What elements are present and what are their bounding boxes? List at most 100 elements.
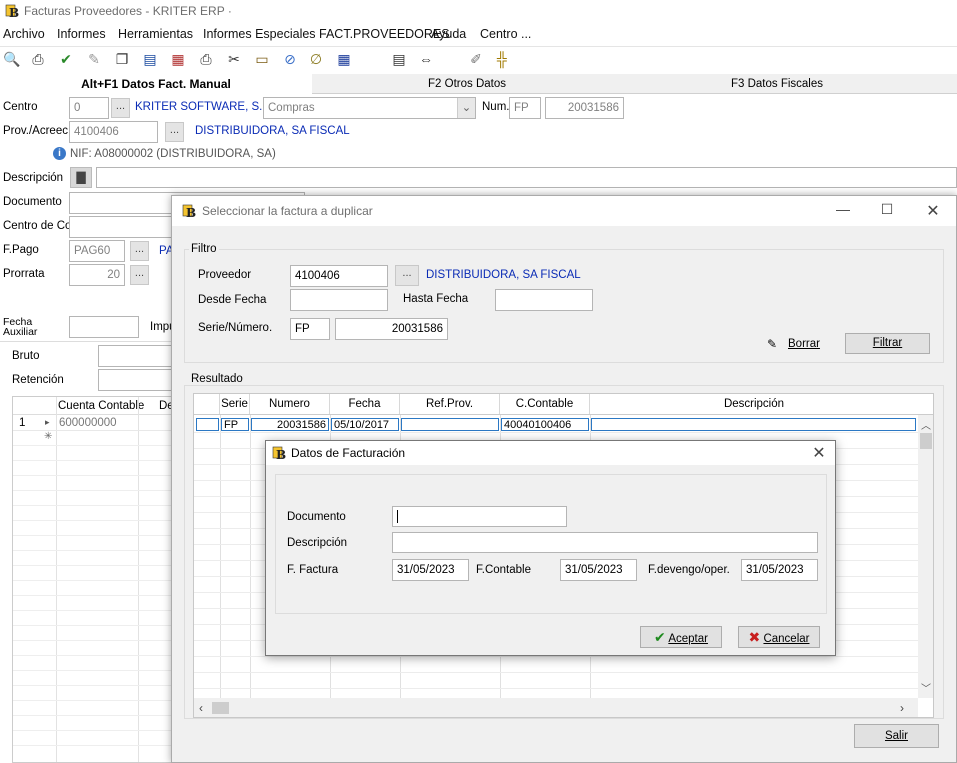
toolbar: 🔍 ⎙ ✔ ✎ ❐ ▤ ▦ ⎙ ✂ ▭ ⊘ ∅ ▦ ▤ ⇔ ✐ ╬ — [0, 46, 957, 70]
menu-herramientas[interactable]: Herramientas — [118, 27, 193, 41]
col-numero[interactable]: Numero — [250, 394, 330, 414]
col-serie[interactable]: Serie — [220, 394, 250, 414]
scroll-thumb[interactable] — [920, 433, 932, 449]
scroll-right-icon[interactable]: › — [900, 701, 904, 715]
note-icon[interactable]: ▇ — [70, 167, 92, 188]
descripcion-input[interactable] — [96, 167, 957, 188]
row-descripcion[interactable] — [591, 418, 916, 431]
tab-strip: Alt+F1 Datos Fact. Manual F2 Otros Datos… — [0, 74, 957, 94]
hscroll-thumb[interactable] — [212, 702, 229, 714]
centro-lookup-button[interactable]: ... — [111, 98, 130, 118]
print-icon[interactable]: ⎙ — [30, 51, 46, 67]
scroll-down-icon[interactable]: ﹀ — [921, 680, 931, 695]
col-descripcion[interactable]: Descripción — [590, 394, 918, 414]
centro-co-input[interactable] — [69, 216, 173, 238]
x-icon: ✖ — [748, 629, 761, 645]
tab-datos-fact-manual[interactable]: Alt+F1 Datos Fact. Manual — [0, 74, 312, 94]
select-invoice-title: Seleccionar la factura a duplicar — [202, 204, 373, 218]
grid-row-cuenta[interactable]: 600000000 — [59, 417, 117, 429]
col-fecha[interactable]: Fecha — [330, 394, 400, 414]
borrar-button[interactable]: Borrar — [788, 338, 820, 350]
vertical-scrollbar[interactable]: ︿ ﹀ — [918, 415, 933, 698]
hasta-fecha-input[interactable] — [495, 289, 593, 311]
serie-numero-label: Serie/Número. — [198, 322, 273, 334]
table-icon[interactable]: ▤ — [391, 51, 407, 67]
cut-icon[interactable]: ✂ — [226, 51, 242, 67]
menu-centro[interactable]: Centro ... — [480, 27, 531, 41]
num-serie-input[interactable]: FP — [509, 97, 541, 119]
descripcion-input[interactable] — [392, 532, 818, 553]
retencion-input[interactable] — [98, 369, 178, 391]
proveedor-input[interactable]: 4100406 — [290, 265, 388, 287]
desde-fecha-input[interactable] — [290, 289, 388, 311]
fpago-input[interactable]: PAG60 — [69, 240, 125, 262]
f-contable-input[interactable]: 31/05/2023 — [560, 559, 637, 581]
prorrata-input[interactable]: 20 — [69, 264, 125, 286]
prorrata-lookup-button[interactable]: ... — [130, 265, 149, 285]
tab-otros-datos[interactable]: F2 Otros Datos — [312, 74, 622, 94]
grid-icon[interactable]: ▦ — [336, 51, 352, 67]
documento-input[interactable] — [392, 506, 567, 527]
close-icon[interactable]: ✕ — [918, 201, 948, 221]
proveedor-lookup-button[interactable]: ... — [395, 265, 419, 286]
horizontal-scrollbar[interactable]: ‹ › — [194, 698, 918, 717]
col-c-contable[interactable]: C.Contable — [500, 394, 590, 414]
scroll-left-icon[interactable]: ‹ — [199, 701, 203, 715]
bruto-label: Bruto — [12, 350, 40, 362]
row-serie[interactable]: FP — [221, 418, 249, 431]
scroll-up-icon[interactable]: ︿ — [921, 417, 931, 432]
serie-input[interactable]: FP — [290, 318, 330, 340]
select-invoice-titlebar: B Seleccionar la factura a duplicar — ☐ … — [172, 196, 956, 226]
menu-archivo[interactable]: Archivo — [3, 27, 45, 41]
folder-icon[interactable]: ▭ — [254, 51, 270, 67]
close-icon[interactable]: ✕ — [804, 443, 834, 463]
salir-button[interactable]: Salir — [854, 724, 939, 748]
chevron-down-icon[interactable]: ⌄ — [457, 98, 475, 118]
prov-lookup-button[interactable]: ... — [165, 122, 184, 142]
prov-name: DISTRIBUIDORA, SA FISCAL — [195, 125, 350, 137]
svg-text:B: B — [9, 6, 19, 19]
descripcion-label: Descripción — [287, 537, 348, 549]
minimize-icon[interactable]: — — [828, 201, 858, 221]
desde-fecha-label: Desde Fecha — [198, 294, 267, 306]
bruto-input[interactable] — [98, 345, 178, 367]
tab-datos-fiscales[interactable]: F3 Datos Fiscales — [622, 74, 932, 94]
maximize-icon[interactable]: ☐ — [872, 201, 902, 221]
validate-icon[interactable]: ✔ — [58, 51, 74, 67]
row-ref-prov[interactable] — [401, 418, 499, 431]
pin-icon[interactable]: ✐ — [468, 51, 484, 67]
fpago-lookup-button[interactable]: ... — [130, 241, 149, 261]
menu-informes[interactable]: Informes — [57, 27, 106, 41]
title-bar: B Facturas Proveedores - KRITER ERP · — [0, 0, 957, 22]
row-fecha[interactable]: 05/10/2017 — [331, 418, 399, 431]
filtrar-button[interactable]: Filtrar — [845, 333, 930, 354]
f-factura-label: F. Factura — [287, 564, 339, 576]
row-numero[interactable]: 20031586 — [251, 418, 329, 431]
aceptar-button[interactable]: ✔ Aceptar — [640, 626, 722, 648]
col-ref-prov[interactable]: Ref.Prov. — [400, 394, 500, 414]
copy-icon[interactable]: ❐ — [114, 51, 130, 67]
edit-icon[interactable]: ✎ — [86, 51, 102, 67]
eraser-icon: ✎ — [767, 337, 778, 351]
numero-input[interactable]: 20031586 — [335, 318, 448, 340]
menu-ayuda[interactable]: Ayuda — [431, 27, 466, 41]
signpost-icon[interactable]: ╬ — [494, 51, 510, 67]
f-devengo-input[interactable]: 31/05/2023 — [741, 559, 818, 581]
preview-icon[interactable]: 🔍 — [3, 51, 20, 67]
printer2-icon[interactable]: ⎙ — [198, 51, 214, 67]
fecha-aux-input[interactable] — [69, 316, 139, 338]
centro-input[interactable]: 0 — [69, 97, 109, 119]
columns-icon[interactable]: ⇔ — [418, 51, 434, 67]
calendar-icon[interactable]: ▦ — [170, 51, 186, 67]
compras-select[interactable]: Compras ⌄ — [263, 97, 476, 119]
clip-icon[interactable]: ⊘ — [282, 51, 298, 67]
row-selector-cell[interactable] — [196, 418, 219, 431]
num-value-input[interactable]: 20031586 — [545, 97, 624, 119]
menu-informes-especiales[interactable]: Informes Especiales FACT.PROVEEDORES — [203, 27, 450, 41]
attach-icon[interactable]: ∅ — [308, 51, 324, 67]
row-c-contable[interactable]: 40040100406 — [501, 418, 589, 431]
prov-input[interactable]: 4100406 — [69, 121, 158, 143]
cancelar-button[interactable]: ✖ Cancelar — [738, 626, 820, 648]
form-icon[interactable]: ▤ — [142, 51, 158, 67]
f-factura-input[interactable]: 31/05/2023 — [392, 559, 469, 581]
